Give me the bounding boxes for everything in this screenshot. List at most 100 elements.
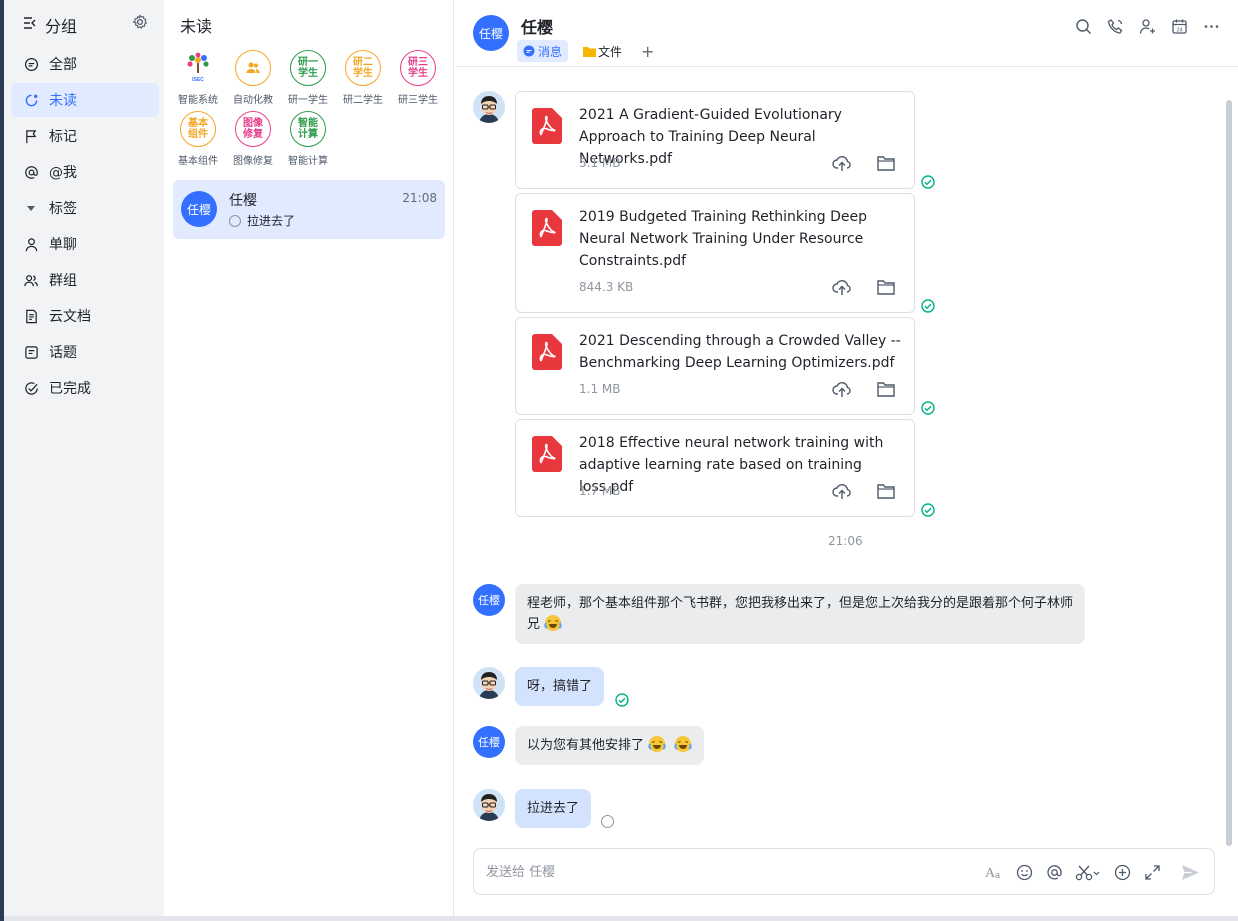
- user-icon: [23, 236, 39, 252]
- sidebar-item-docs[interactable]: 云文档: [11, 299, 159, 333]
- group-icon: [23, 272, 39, 288]
- gear-icon[interactable]: [132, 14, 148, 34]
- sidebar-item-all[interactable]: 全部: [11, 47, 159, 81]
- read-check-icon: [921, 503, 935, 517]
- sidebar-item-label: 话题: [49, 345, 77, 361]
- group-caption: 智能系统: [178, 95, 218, 106]
- file-card[interactable]: 2018 Effective neural network training w…: [515, 419, 915, 517]
- avatar[interactable]: [473, 667, 505, 699]
- sidebar-item-unread[interactable]: 未读: [11, 83, 159, 117]
- sidebar-item-flagged[interactable]: 标记: [11, 119, 159, 153]
- chat-panel: 任樱 任樱 消息 文件 + 24 2021 A Gradient-Guided …: [455, 0, 1238, 921]
- read-check-icon: [921, 401, 935, 415]
- document-icon: [23, 308, 39, 324]
- tab-messages[interactable]: 消息: [517, 40, 569, 62]
- laugh-cry-emoji-icon: [648, 736, 666, 752]
- pdf-file-icon: [532, 210, 562, 246]
- conversation-item[interactable]: 任樱 任樱 21:08 拉进去了: [173, 180, 445, 239]
- chat-title: 任樱: [521, 18, 554, 37]
- message-tab-icon: [523, 45, 535, 57]
- group-badge-smart-computing[interactable]: 智能 计算 智能计算: [280, 111, 336, 167]
- avatar: 任樱: [181, 191, 217, 227]
- unread-receipt-icon: [229, 214, 241, 227]
- avatar[interactable]: 任樱: [473, 15, 509, 51]
- collapse-sidebar-icon[interactable]: [22, 15, 38, 35]
- expand-icon[interactable]: [1142, 862, 1162, 882]
- upload-cloud-icon[interactable]: [832, 277, 852, 297]
- phone-call-icon[interactable]: [1105, 16, 1125, 36]
- message-bubble[interactable]: 呀，搞错了: [515, 667, 605, 706]
- sidebar-item-label: 未读: [49, 93, 77, 109]
- pdf-file-icon: [532, 108, 562, 144]
- message-input[interactable]: [486, 861, 966, 883]
- tab-files[interactable]: 文件: [577, 40, 628, 62]
- sidebar-item-label: 已完成: [49, 381, 91, 397]
- mention-icon[interactable]: [1044, 862, 1064, 882]
- group-badge-grad3[interactable]: 研三 学生 研三学生: [390, 50, 446, 106]
- avatar[interactable]: 任樱: [473, 726, 505, 758]
- text-format-icon[interactable]: Aa: [984, 862, 1004, 882]
- upload-cloud-icon[interactable]: [832, 481, 852, 501]
- group-caption: 研二学生: [343, 95, 383, 106]
- sidebar-item-label: 标签: [49, 201, 77, 217]
- group-badge-grad1[interactable]: 研一 学生 研一学生: [280, 50, 336, 106]
- add-tab-button[interactable]: +: [635, 40, 660, 62]
- sidebar-item-groups[interactable]: 群组: [11, 263, 159, 297]
- scissors-icon[interactable]: [1074, 862, 1102, 882]
- plus-circle-icon[interactable]: [1112, 862, 1132, 882]
- file-size: 844.3 KB: [579, 280, 634, 294]
- group-badge-automation[interactable]: 自动化教: [225, 50, 281, 106]
- svg-text:ISEC: ISEC: [192, 77, 204, 83]
- group-caption: 图像修复: [233, 156, 273, 167]
- laugh-cry-emoji-icon: [544, 615, 562, 631]
- smart-system-logo: ISEC: [180, 50, 216, 86]
- group-badge-grad2[interactable]: 研二 学生 研二学生: [335, 50, 391, 106]
- file-card[interactable]: 2021 Descending through a Crowded Valley…: [515, 317, 915, 415]
- file-card[interactable]: 2021 A Gradient-Guided Evolutionary Appr…: [515, 91, 915, 189]
- open-folder-icon[interactable]: [876, 277, 896, 297]
- sidebar-item-mentions[interactable]: @我: [11, 155, 159, 189]
- open-folder-icon[interactable]: [876, 379, 896, 399]
- sidebar-item-topics[interactable]: 话题: [11, 335, 159, 369]
- upload-cloud-icon[interactable]: [832, 379, 852, 399]
- folder-tab-icon: [583, 46, 596, 57]
- avatar[interactable]: 任樱: [473, 584, 505, 616]
- group-caption: 基本组件: [178, 156, 218, 167]
- sidebar-item-done[interactable]: 已完成: [11, 371, 159, 405]
- group-badge-inpainting[interactable]: 图像 修复 图像修复: [225, 111, 281, 167]
- read-check-icon: [615, 693, 629, 707]
- message-bubble[interactable]: 以为您有其他安排了: [515, 726, 705, 765]
- avatar[interactable]: [473, 91, 505, 123]
- send-icon[interactable]: [1180, 862, 1200, 882]
- group-badge-components[interactable]: 基本 组件 基本组件: [170, 111, 226, 167]
- group-badge-smart-system[interactable]: ISEC 智能系统: [170, 50, 226, 106]
- file-name: 2021 A Gradient-Guided Evolutionary Appr…: [579, 107, 842, 167]
- file-card[interactable]: 2019 Budgeted Training Rethinking Deep N…: [515, 193, 915, 313]
- avatar[interactable]: [473, 789, 505, 821]
- sidebar-item-direct[interactable]: 单聊: [11, 227, 159, 261]
- pdf-file-icon: [532, 334, 562, 370]
- chat-scrollbar[interactable]: [1226, 100, 1232, 846]
- file-name: 2018 Effective neural network training w…: [579, 435, 884, 495]
- message-bubble[interactable]: 程老师，那个基本组件那个飞书群，您把我移出来了，但是您上次给我分的是跟着那个何子…: [515, 584, 1085, 644]
- group-badge-text: 研一 学生: [290, 50, 326, 86]
- message-bubble[interactable]: 拉进去了: [515, 789, 592, 828]
- done-icon: [23, 380, 39, 396]
- pdf-file-icon: [532, 436, 562, 472]
- sidebar-item-tags[interactable]: 标签: [11, 191, 159, 225]
- emoji-icon[interactable]: [1014, 862, 1034, 882]
- sidebar-header: 分组: [4, 0, 164, 48]
- open-folder-icon[interactable]: [876, 481, 896, 501]
- search-icon[interactable]: [1073, 16, 1093, 36]
- file-name: 2019 Budgeted Training Rethinking Deep N…: [579, 209, 868, 269]
- group-caption: 研一学生: [288, 95, 328, 106]
- open-folder-icon[interactable]: [876, 153, 896, 173]
- more-icon[interactable]: [1201, 16, 1221, 36]
- unread-icon: [23, 92, 39, 108]
- calendar-icon[interactable]: 24: [1169, 16, 1189, 36]
- file-name: 2021 Descending through a Crowded Valley…: [579, 333, 901, 371]
- message-composer: Aa: [473, 848, 1215, 895]
- chat-bubble-icon: [23, 56, 39, 72]
- upload-cloud-icon[interactable]: [832, 153, 852, 173]
- add-member-icon[interactable]: [1137, 16, 1157, 36]
